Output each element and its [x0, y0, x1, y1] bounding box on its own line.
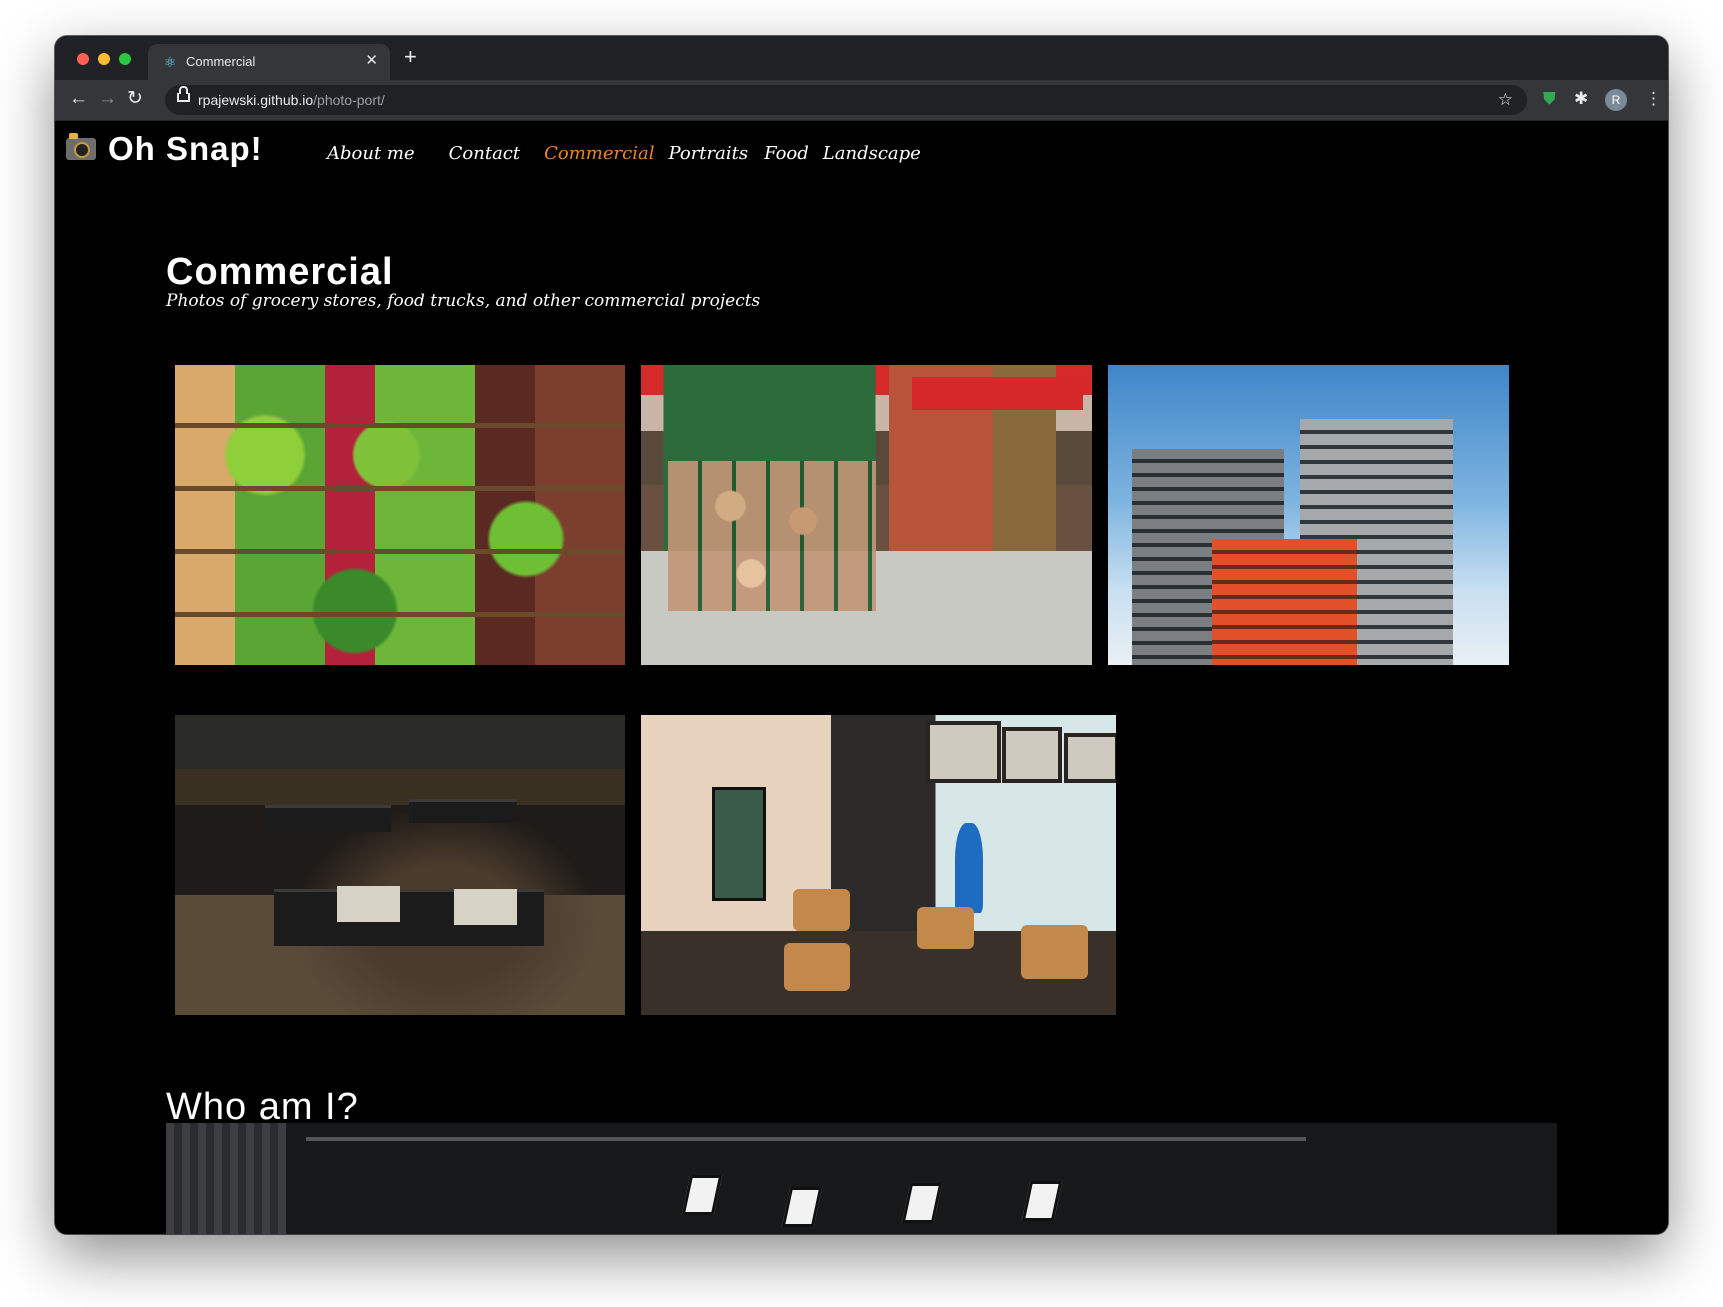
close-window-button[interactable]	[77, 53, 89, 65]
cafe-chair	[783, 943, 850, 991]
bookmark-star-icon[interactable]: ☆	[1498, 90, 1513, 110]
browser-window: ⚛ Commercial ✕ + ← → ↻ rpajewski.github.…	[55, 36, 1668, 1234]
sale-sign	[911, 377, 1083, 410]
nav-commercial[interactable]: Commercial	[544, 143, 654, 164]
profile-avatar[interactable]: R	[1605, 89, 1627, 111]
studio-curtain	[166, 1123, 286, 1234]
wall-frame	[926, 721, 1001, 783]
studio-light	[1021, 1181, 1063, 1221]
gallery-title: Commercial	[166, 251, 394, 293]
photo-cafe-interior[interactable]	[641, 715, 1116, 1015]
url-text[interactable]: rpajewski.github.io/photo-port/	[198, 92, 385, 108]
brand-title: Oh Snap!	[108, 130, 263, 167]
about-banner-image	[166, 1123, 1557, 1234]
photo-produce-shelves[interactable]	[175, 365, 625, 665]
main-nav: About me Contact Commercial Portraits Fo…	[327, 143, 945, 164]
photo-apartment-building[interactable]	[1108, 365, 1509, 665]
close-tab-icon[interactable]: ✕	[365, 52, 378, 70]
menu-dots-icon[interactable]: ⋮	[1645, 88, 1662, 110]
new-tab-icon[interactable]: +	[404, 46, 417, 68]
web-page: Oh Snap! About me Contact Commercial Por…	[55, 121, 1668, 1234]
minimize-window-button[interactable]	[98, 53, 110, 65]
wall-frame	[1002, 727, 1063, 783]
zoom-window-button[interactable]	[119, 53, 131, 65]
restaurant-table	[409, 799, 517, 823]
window-controls	[77, 53, 131, 65]
studio-light	[901, 1183, 943, 1223]
cafe-chair	[793, 889, 850, 931]
tab-title: Commercial	[186, 54, 256, 69]
react-icon: ⚛	[163, 54, 177, 70]
camera-flash-icon	[66, 133, 96, 160]
tab-commercial[interactable]: ⚛ Commercial ✕	[148, 44, 390, 80]
back-icon[interactable]: ←	[69, 88, 88, 110]
lighting-truss	[306, 1137, 1306, 1141]
nav-food[interactable]: Food	[764, 143, 809, 164]
lock-icon	[177, 86, 190, 102]
browser-toolbar: ← → ↻ rpajewski.github.io/photo-port/ ☆ …	[55, 80, 1668, 121]
tab-strip: ⚛ Commercial ✕ +	[55, 36, 1668, 80]
surfboard	[954, 823, 983, 913]
nav-contact[interactable]: Contact	[449, 143, 520, 164]
photo-grocery-aisle[interactable]	[641, 365, 1092, 665]
building-tower-red	[1212, 539, 1357, 665]
cafe-chair	[916, 907, 974, 949]
nav-portraits[interactable]: Portraits	[668, 143, 748, 164]
restaurant-table	[265, 805, 391, 832]
drink-fridge	[712, 787, 766, 901]
wall-frame	[1063, 733, 1116, 783]
menu-sheet	[337, 886, 400, 922]
gallery-description: Photos of grocery stores, food trucks, a…	[166, 291, 761, 311]
nav-landscape[interactable]: Landscape	[823, 143, 921, 164]
nav-about-me[interactable]: About me	[327, 143, 415, 164]
url-host: rpajewski.github.io	[198, 92, 314, 108]
forward-icon[interactable]: →	[98, 88, 117, 110]
extensions-puzzle-icon[interactable]: ✱	[1574, 88, 1588, 110]
reload-icon[interactable]: ↻	[127, 88, 143, 110]
cafe-chair	[1021, 925, 1088, 979]
address-bar[interactable]: rpajewski.github.io/photo-port/ ☆	[165, 85, 1527, 115]
photo-restaurant-tables[interactable]	[175, 715, 625, 1015]
shield-extension-icon[interactable]: ⛊	[1543, 88, 1556, 110]
studio-light	[681, 1175, 723, 1215]
menu-sheet	[454, 889, 517, 925]
url-path: /photo-port/	[313, 92, 385, 108]
studio-light	[781, 1187, 823, 1227]
site-logo[interactable]: Oh Snap!	[66, 130, 263, 168]
